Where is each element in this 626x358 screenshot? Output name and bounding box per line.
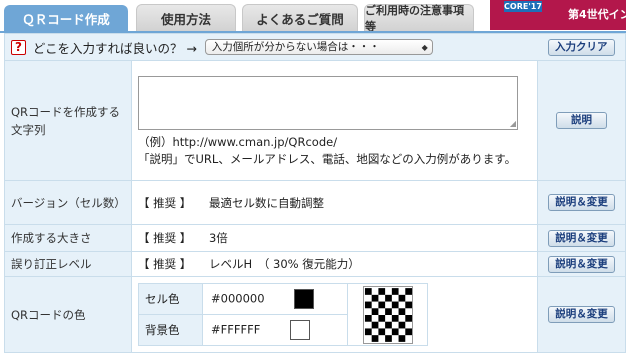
ecc-row: 誤り訂正レベル 【 推奨 】 レベルH （ 30% 復元能力） 説明＆変更 [4, 251, 626, 277]
qr-module [398, 294, 405, 302]
color-label: QRコードの色 [4, 276, 132, 353]
cell-color-label: セル色 [138, 283, 203, 315]
qr-module [391, 327, 399, 335]
size-row: 作成する大きさ 【 推奨 】 3倍 説明＆変更 [4, 224, 626, 252]
help-select-value: 入力個所が分からない場合は・・・ [211, 41, 380, 53]
qr-module [377, 314, 385, 322]
ecc-change-button[interactable]: 説明＆変更 [548, 255, 615, 273]
ecc-value: レベルH （ 30% 復元能力） [208, 257, 360, 271]
version-label: バージョン（セル数） [4, 180, 132, 225]
qr-module [384, 307, 392, 315]
qr-module [377, 287, 385, 295]
bg-color-swatch[interactable] [289, 320, 310, 340]
qr-module [391, 314, 399, 322]
cell-color-value: #000000 [211, 291, 265, 306]
select-arrows-icon: ◆ [421, 43, 428, 52]
qr-module [371, 321, 378, 328]
size-change-button[interactable]: 説明＆変更 [548, 229, 615, 247]
qr-module [398, 321, 405, 328]
tab-qr-create[interactable]: ＱＲコード作成 [4, 5, 128, 32]
qr-module [398, 334, 405, 342]
bg-color-label: 背景色 [138, 314, 203, 346]
qr-preview [362, 285, 413, 344]
size-value: 3倍 [208, 231, 228, 245]
qr-module [364, 314, 372, 322]
qr-module [404, 287, 412, 295]
promo-text: 第4世代インテ [568, 8, 626, 21]
qr-module [404, 301, 412, 308]
help-row: ? どこを入力すれば良いの？ → 入力個所が分からない場合は・・・ ◆ 入力クリ… [4, 33, 626, 61]
promo-banner[interactable]: CORE'17 第4世代インテ [490, 0, 626, 30]
text-row: QRコードを作成する文字列 ◢ （例）http://www.cman.jp/QR… [4, 60, 626, 181]
text-input[interactable]: ◢ [138, 75, 518, 130]
qr-module [371, 294, 378, 302]
ecc-label: 誤り訂正レベル [4, 251, 132, 277]
qr-module [384, 321, 392, 328]
cell-color-swatch[interactable] [294, 289, 315, 309]
tab-faq[interactable]: よくあるご質問 [242, 4, 358, 31]
qr-module [364, 287, 372, 295]
color-row: QRコードの色 セル色 #000000 背景色 #FFFFFF 説明＆変更 [4, 276, 626, 353]
qr-module [384, 294, 392, 302]
text-help-button[interactable]: 説明 [556, 112, 607, 129]
tab-usage[interactable]: 使用方法 [136, 4, 236, 31]
qr-module [384, 334, 392, 342]
promo-badge: CORE'17 [504, 1, 542, 12]
size-label: 作成する大きさ [4, 224, 132, 252]
version-change-button[interactable]: 説明＆変更 [548, 194, 615, 211]
qr-module [364, 301, 372, 308]
qr-module [371, 307, 378, 315]
qr-form-table: ? どこを入力すれば良いの？ → 入力個所が分からない場合は・・・ ◆ 入力クリ… [4, 33, 626, 353]
text-label: QRコードを作成する文字列 [4, 60, 132, 181]
qr-module [404, 327, 412, 335]
size-recommend-tag: 【 推奨 】 [138, 231, 192, 245]
help-question-icon: ? [11, 39, 26, 55]
help-select[interactable]: 入力個所が分からない場合は・・・ ◆ [204, 39, 433, 55]
version-row: バージョン（セル数） 【 推奨 】 最適セル数に自動調整 説明＆変更 [4, 180, 626, 225]
color-change-button[interactable]: 説明＆変更 [548, 306, 615, 323]
clear-input-button[interactable]: 入力クリア [548, 38, 615, 56]
color-table: セル色 #000000 背景色 #FFFFFF [138, 283, 428, 346]
qr-module [391, 287, 399, 295]
qr-module [371, 334, 378, 342]
version-recommend-tag: 【 推奨 】 [138, 195, 192, 210]
text-note: 「説明」でURL、メールアドレス、電話、地図などの入力例があります。 [138, 151, 517, 166]
qr-module [377, 327, 385, 335]
tab-bar: ＱＲコード作成 使用方法 よくあるご質問 ご利用時の注意事項等 CORE'17 … [0, 0, 626, 33]
ecc-recommend-tag: 【 推奨 】 [138, 257, 192, 271]
qr-module [398, 307, 405, 315]
tab-notes[interactable]: ご利用時の注意事項等 [364, 4, 474, 33]
bg-color-value: #FFFFFF [211, 322, 261, 337]
qr-module [404, 314, 412, 322]
qr-module [364, 327, 372, 335]
qr-module [377, 301, 385, 308]
qr-module [391, 301, 399, 308]
resize-grip-icon[interactable]: ◢ [510, 119, 516, 128]
help-text: どこを入力すれば良いの？ → [32, 40, 197, 56]
text-example: （例）http://www.cman.jp/QRcode/ [138, 134, 338, 149]
version-value: 最適セル数に自動調整 [208, 195, 324, 210]
